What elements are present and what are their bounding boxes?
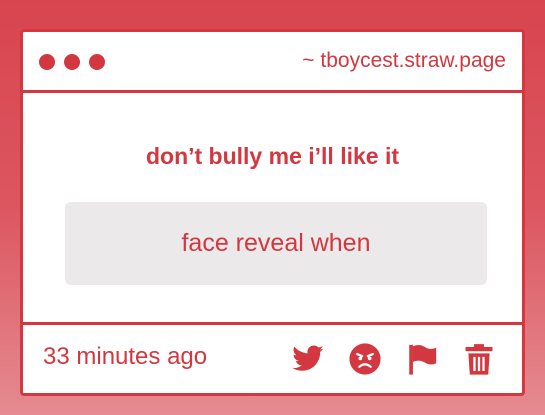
window-dot-2[interactable] [64, 54, 80, 70]
post-footer: 33 minutes ago [23, 322, 522, 393]
flag-icon[interactable] [405, 342, 439, 376]
window-titlebar: ~ tboycest.straw.page [23, 32, 522, 93]
window-dot-1[interactable] [39, 54, 55, 70]
question-text: don’t bully me i’ll like it [145, 143, 400, 169]
timestamp: 33 minutes ago [43, 343, 208, 370]
angry-face-icon[interactable] [348, 342, 382, 376]
trash-icon[interactable] [462, 342, 496, 376]
window-controls [39, 54, 105, 70]
post-body: don’t bully me i’ll like it face reveal … [23, 93, 522, 325]
window-dot-3[interactable] [89, 54, 105, 70]
answer-box: face reveal when [65, 202, 487, 285]
twitter-icon[interactable] [291, 342, 325, 376]
message-card: ~ tboycest.straw.page don’t bully me i’l… [20, 29, 525, 396]
action-bar [291, 342, 496, 376]
answer-text: face reveal when [181, 229, 371, 257]
page-url[interactable]: ~ tboycest.straw.page [302, 49, 506, 73]
